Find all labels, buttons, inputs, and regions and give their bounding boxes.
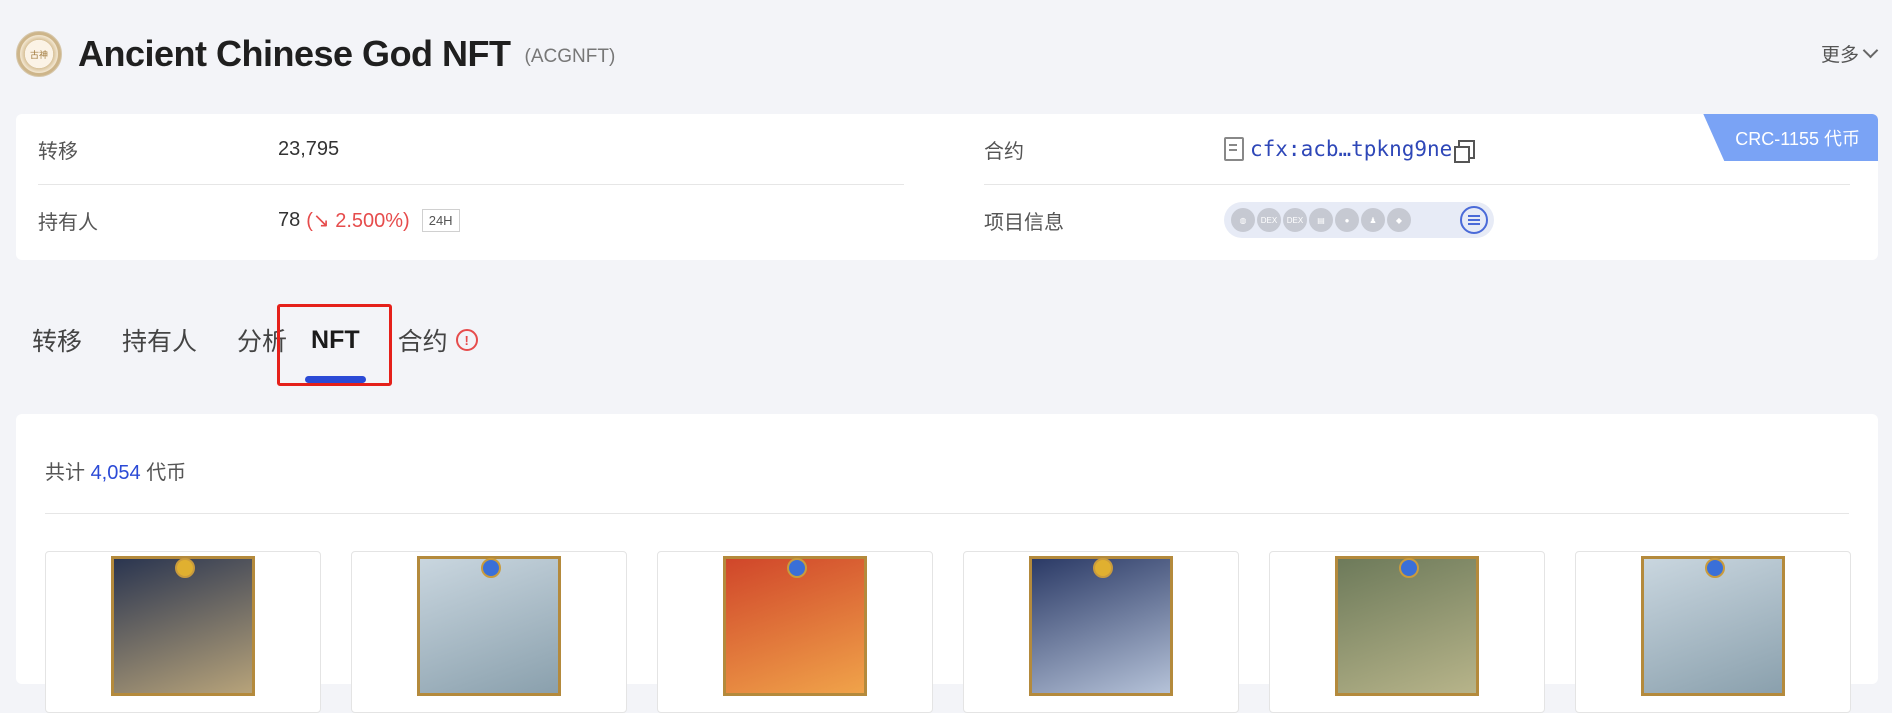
divider [45, 513, 1849, 514]
holders-value-group: 78 (↘ 2.500%) 24H [278, 208, 460, 233]
period-badge: 24H [421, 208, 460, 232]
more-label: 更多 [1820, 45, 1859, 66]
token-header: 古神 Ancient Chinese God NFT (ACGNFT) 更多 [16, 30, 1879, 78]
dex-icon[interactable]: DEX [1282, 207, 1308, 233]
transfers-value: 23,795 [278, 137, 340, 160]
holders-row: 持有人 78 (↘ 2.500%) 24H [38, 185, 904, 255]
contract-label: 合约 [984, 140, 1024, 163]
nft-image [417, 556, 561, 696]
project-row: 项目信息 ◍ DEX DEX ▤ ● ♟ ◆ [984, 185, 1850, 255]
chevron-down-icon [1862, 42, 1879, 59]
nft-card[interactable] [1269, 551, 1545, 713]
gem-icon [1399, 558, 1419, 578]
nft-image [1335, 556, 1479, 696]
nft-card[interactable] [657, 551, 933, 713]
person-icon[interactable]: ♟ [1360, 207, 1386, 233]
token-info-card: 转移 23,795 持有人 78 (↘ 2.500%) 24H 合约 cfx:a… [16, 114, 1878, 260]
nft-total: 共计 4,054 代币 [45, 456, 186, 485]
gem-icon [1093, 558, 1113, 578]
tab-holders[interactable]: 持有人 [122, 322, 197, 358]
gem-icon [1705, 558, 1725, 578]
tab-contract[interactable]: 合约 ! [398, 322, 478, 358]
total-prefix: 共计 [45, 462, 85, 484]
nft-card[interactable] [1575, 551, 1851, 713]
more-menu-button[interactable]: 更多 [1820, 40, 1879, 67]
project-label: 项目信息 [984, 211, 1064, 234]
contract-address-link[interactable]: cfx:acb…tpkng9ne [1250, 137, 1452, 161]
people-icon[interactable]: ● [1334, 207, 1360, 233]
holders-label: 持有人 [38, 211, 98, 234]
token-type-badge: CRC-1155 代币 [1703, 114, 1878, 161]
highlight-box [277, 304, 392, 386]
logo-text: 古神 [29, 49, 48, 60]
nft-panel: 共计 4,054 代币 [16, 414, 1878, 713]
nft-image [723, 556, 867, 696]
tab-bar: 转移 持有人 分析 NFT 合约 ! [32, 310, 518, 383]
project-info-links: ◍ DEX DEX ▤ ● ♟ ◆ [1224, 202, 1494, 238]
gem-icon [175, 558, 195, 578]
contract-value: cfx:acb…tpkng9ne [1224, 137, 1476, 163]
tab-contract-label: 合约 [397, 328, 448, 356]
copy-icon[interactable] [1454, 139, 1476, 163]
nft-image [1641, 556, 1785, 696]
contract-icon [1224, 137, 1244, 161]
tab-transfers[interactable]: 转移 [32, 322, 82, 358]
nft-image [111, 556, 255, 696]
nft-card[interactable] [963, 551, 1239, 713]
transfers-label: 转移 [38, 140, 78, 163]
page-title: Ancient Chinese God NFT [78, 33, 511, 74]
total-count: 4,054 [90, 462, 141, 484]
transfers-row: 转移 23,795 [38, 114, 904, 185]
info-left-column: 转移 23,795 持有人 78 (↘ 2.500%) 24H [38, 114, 904, 255]
gem-icon [481, 558, 501, 578]
list-menu-icon[interactable] [1460, 206, 1488, 234]
nft-image [1029, 556, 1173, 696]
nft-card[interactable] [351, 551, 627, 713]
doc-icon[interactable]: ▤ [1308, 207, 1334, 233]
total-suffix: 代币 [146, 462, 187, 484]
nft-card[interactable] [45, 551, 321, 713]
gem-icon [787, 558, 807, 578]
globe-icon[interactable]: ◍ [1230, 207, 1256, 233]
dex-icon[interactable]: DEX [1256, 207, 1282, 233]
token-symbol: (ACGNFT) [524, 46, 616, 67]
warning-icon: ! [455, 329, 478, 351]
holders-value: 78 [278, 208, 301, 231]
shield-icon[interactable]: ◆ [1386, 207, 1412, 233]
token-logo: 古神 [16, 31, 62, 77]
holders-change: (↘ 2.500%) [306, 209, 410, 232]
nft-grid [45, 551, 1851, 713]
